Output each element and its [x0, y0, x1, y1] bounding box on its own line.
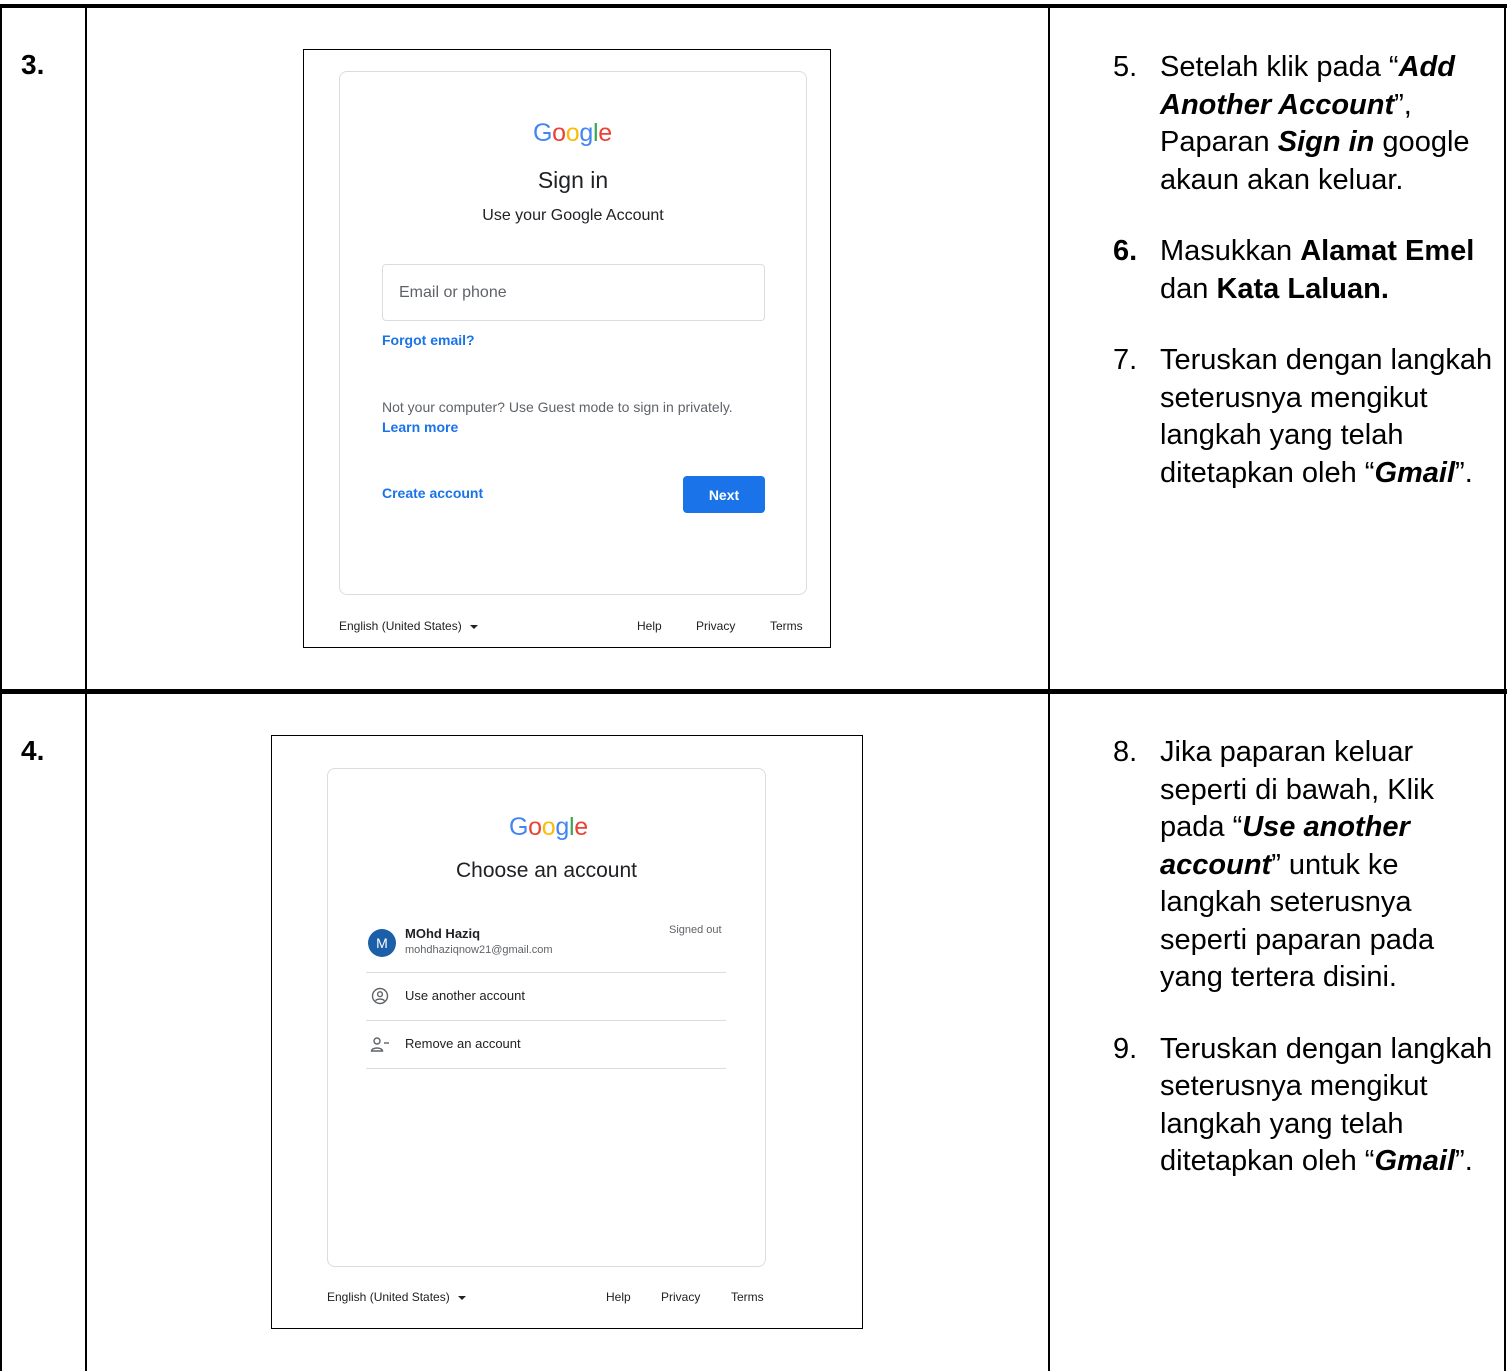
instr-emphasis: Gmail — [1374, 1145, 1456, 1177]
instr-text: dan — [1160, 272, 1217, 305]
language-label: English (United States) — [327, 1290, 450, 1304]
remove-account-label: Remove an account — [405, 1036, 521, 1051]
instr-emphasis: Sign in — [1277, 126, 1375, 158]
choose-account-title: Choose an account — [456, 859, 637, 882]
instructions-step-3: 5. Setelah klik pada “Add Another Accoun… — [1113, 49, 1503, 492]
instr-text: Setelah klik pada “ — [1160, 51, 1399, 83]
use-another-account-label: Use another account — [405, 988, 525, 1003]
privacy-link[interactable]: Privacy — [661, 1290, 700, 1304]
item-number: 5. — [1113, 51, 1138, 83]
account-status: Signed out — [669, 924, 722, 936]
chevron-down-icon — [469, 624, 478, 629]
divider — [366, 1020, 726, 1021]
instruction-item: 7. Teruskan dengan langkah seterusnya me… — [1113, 342, 1503, 492]
instr-emphasis: Gmail — [1374, 456, 1456, 489]
avatar: M — [368, 929, 396, 957]
terms-link[interactable]: Terms — [731, 1290, 764, 1304]
signin-card: Google Sign in Use your Google Account E… — [339, 71, 807, 595]
table-row-divider — [0, 689, 1507, 694]
account-email: mohdhaziqnow21@gmail.com — [405, 944, 553, 956]
instr-text: ”. — [1455, 456, 1473, 489]
instr-text: ”. — [1455, 1145, 1473, 1177]
help-link[interactable]: Help — [637, 619, 662, 633]
instr-bold: Alamat Emel — [1300, 235, 1475, 267]
language-selector[interactable]: English (United States) — [339, 619, 478, 633]
item-number: 8. — [1113, 736, 1138, 768]
step-number: 3. — [21, 49, 45, 80]
divider — [366, 972, 726, 973]
table-left-border — [0, 4, 2, 1371]
next-button[interactable]: Next — [683, 476, 765, 513]
instructions-step-4: 8. Jika paparan keluar seperti di bawah,… — [1113, 734, 1503, 1181]
divider — [366, 1068, 726, 1069]
item-number: 9. — [1113, 1032, 1138, 1065]
email-input[interactable]: Email or phone — [382, 264, 765, 321]
signin-title: Sign in — [537, 167, 609, 193]
learn-more-link[interactable]: Learn more — [382, 419, 458, 435]
step-number: 4. — [21, 735, 45, 766]
item-number: 6. — [1113, 235, 1138, 267]
instr-text: Masukkan — [1160, 235, 1301, 267]
forgot-email-link[interactable]: Forgot email? — [382, 332, 475, 348]
table-col-divider-1 — [85, 4, 87, 1371]
person-circle-icon — [371, 987, 389, 1005]
privacy-link[interactable]: Privacy — [696, 619, 735, 633]
person-remove-icon — [370, 1037, 389, 1052]
google-logo: Google — [509, 813, 588, 841]
signin-screenshot: Google Sign in Use your Google Account E… — [303, 49, 831, 648]
create-account-link[interactable]: Create account — [382, 485, 483, 501]
instruction-item: 9. Teruskan dengan langkah seterusnya me… — [1113, 1031, 1503, 1181]
account-name: MOhd Haziq — [405, 926, 481, 941]
language-selector[interactable]: English (United States) — [327, 1290, 466, 1304]
item-number: 7. — [1113, 344, 1138, 376]
language-label: English (United States) — [339, 619, 462, 633]
choose-account-card: Google Choose an account M MOhd Haziq mo… — [327, 768, 766, 1267]
table-top-border — [0, 4, 1507, 8]
guest-mode-text: Not your computer? Use Guest mode to sig… — [382, 399, 733, 415]
signin-subtitle: Use your Google Account — [482, 207, 664, 224]
google-logo: Google — [533, 119, 612, 147]
choose-account-screenshot: Google Choose an account M MOhd Haziq mo… — [271, 735, 863, 1329]
instr-bold: Kata Laluan. — [1216, 272, 1389, 305]
instruction-item: 8. Jika paparan keluar seperti di bawah,… — [1113, 734, 1503, 997]
table-right-border — [1504, 4, 1506, 1371]
help-link[interactable]: Help — [606, 1290, 631, 1304]
instruction-item: 5. Setelah klik pada “Add Another Accoun… — [1113, 49, 1503, 199]
terms-link[interactable]: Terms — [770, 619, 803, 633]
instruction-item: 6. Masukkan Alamat Emel dan Kata Laluan. — [1113, 233, 1503, 308]
chevron-down-icon — [457, 1295, 466, 1300]
table-col-divider-2 — [1048, 4, 1050, 1371]
